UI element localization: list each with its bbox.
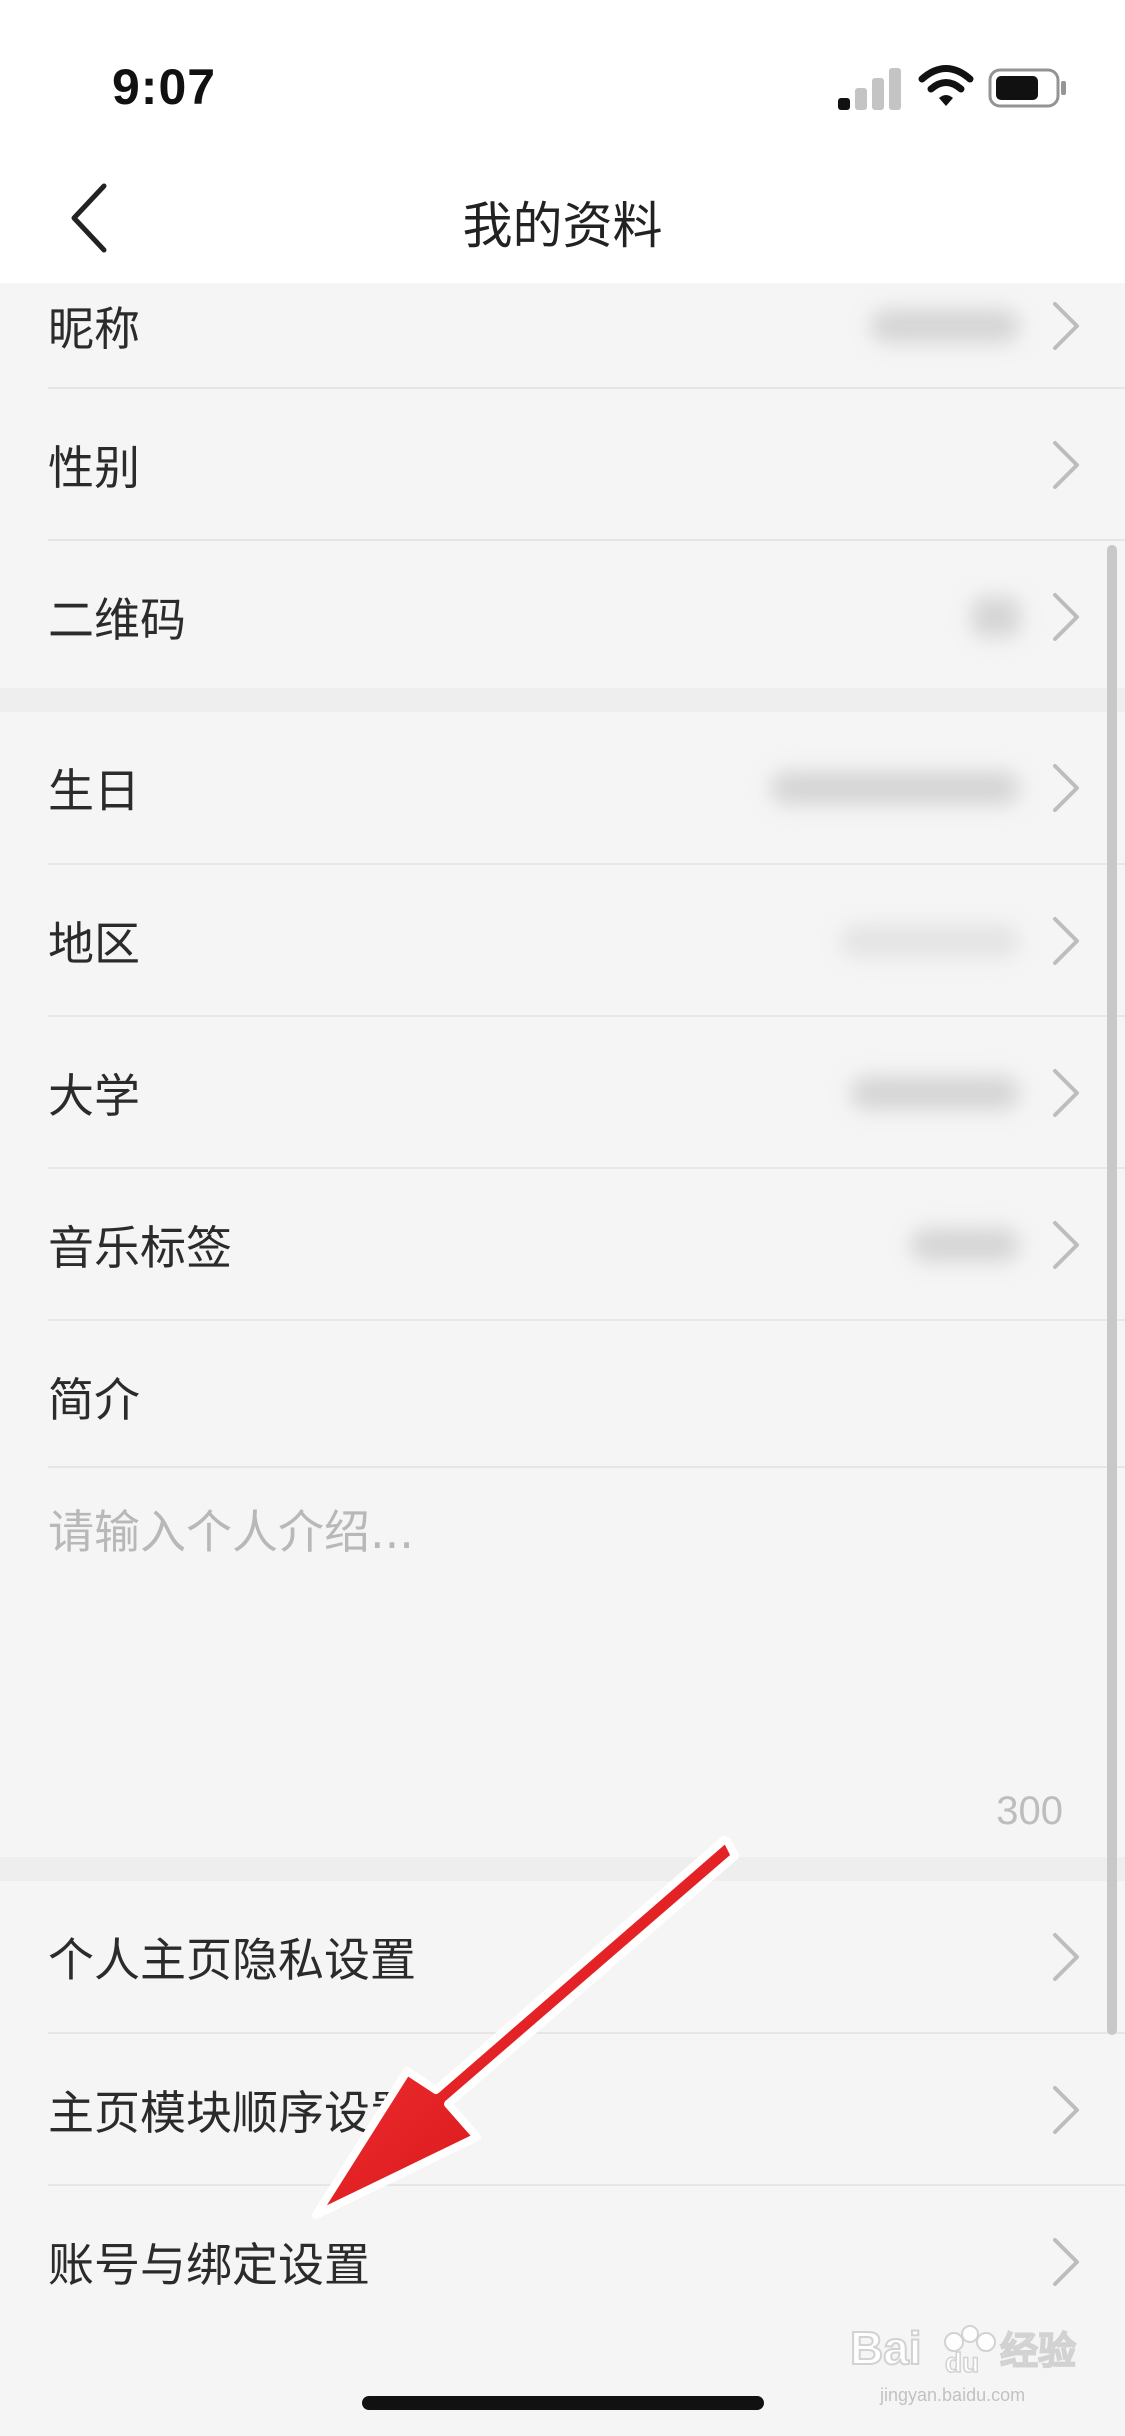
row-label: 地区 [48,916,140,971]
row-label: 账号与绑定设置 [48,2237,370,2292]
blurred-value [870,308,1020,343]
svg-text:du: du [945,2347,979,2378]
chevron-right-icon [1053,2237,1079,2286]
row-label: 简介 [48,1372,140,1427]
chevron-right-icon [1053,1932,1079,1981]
svg-text:Bai: Bai [850,2322,922,2374]
section-separator [0,1857,1125,1881]
chevron-right-icon [1053,2085,1079,2134]
blurred-value [840,923,1020,958]
home-indicator[interactable] [362,2396,764,2410]
chevron-right-icon [1053,1220,1079,1269]
blurred-value [910,1227,1020,1262]
status-bar: 9:07 [0,0,1125,150]
intro-char-count: 300 [996,1789,1063,1833]
svg-text:经验: 经验 [1000,2329,1076,2373]
battery-icon [988,68,1066,108]
baidu-jingyan-watermark: Bai du 经验 [849,2312,1090,2382]
chevron-right-icon [1053,1068,1079,1117]
row-intro: 简介 [0,1321,1125,1472]
chevron-right-icon [1053,592,1079,641]
row-region[interactable]: 地区 [0,865,1125,1016]
row-module-order-settings[interactable]: 主页模块顺序设置 [0,2034,1125,2185]
row-music-tags[interactable]: 音乐标签 [0,1169,1125,1320]
intro-input[interactable]: 请输入个人介绍... [48,1496,414,1562]
row-nickname[interactable]: 昵称 [0,250,1125,401]
row-label: 生日 [48,763,140,818]
profile-content: 昵称 性别 二维码 生日 地区 大学 音乐标签 简介 请输入个人介绍... 30… [0,283,1125,2436]
watermark-url: jingyan.baidu.com [880,2385,1026,2405]
row-university[interactable]: 大学 [0,1017,1125,1168]
scrollbar[interactable] [1107,545,1117,2035]
row-label: 音乐标签 [48,1220,232,1275]
row-label: 昵称 [48,301,140,356]
chevron-right-icon [1053,301,1079,350]
blurred-value [770,770,1020,805]
row-label: 主页模块顺序设置 [48,2085,416,2140]
section-separator [0,688,1125,712]
qr-code-icon [972,596,1020,637]
row-label: 性别 [48,440,140,495]
row-label: 个人主页隐私设置 [48,1932,416,1987]
cellular-signal-icon [838,64,902,110]
divider [48,1466,1125,1468]
chevron-right-icon [1053,763,1079,812]
row-privacy-settings[interactable]: 个人主页隐私设置 [0,1881,1125,2032]
chevron-right-icon [1053,440,1079,489]
page-title: 我的资料 [462,197,663,255]
row-qrcode[interactable]: 二维码 [0,541,1125,692]
blurred-value [850,1075,1020,1110]
row-gender[interactable]: 性别 [0,389,1125,540]
chevron-right-icon [1053,916,1079,965]
row-birthday[interactable]: 生日 [0,712,1125,863]
row-label: 二维码 [48,592,186,647]
status-time: 9:07 [112,59,217,115]
row-label: 大学 [48,1068,140,1123]
wifi-icon [918,65,974,106]
